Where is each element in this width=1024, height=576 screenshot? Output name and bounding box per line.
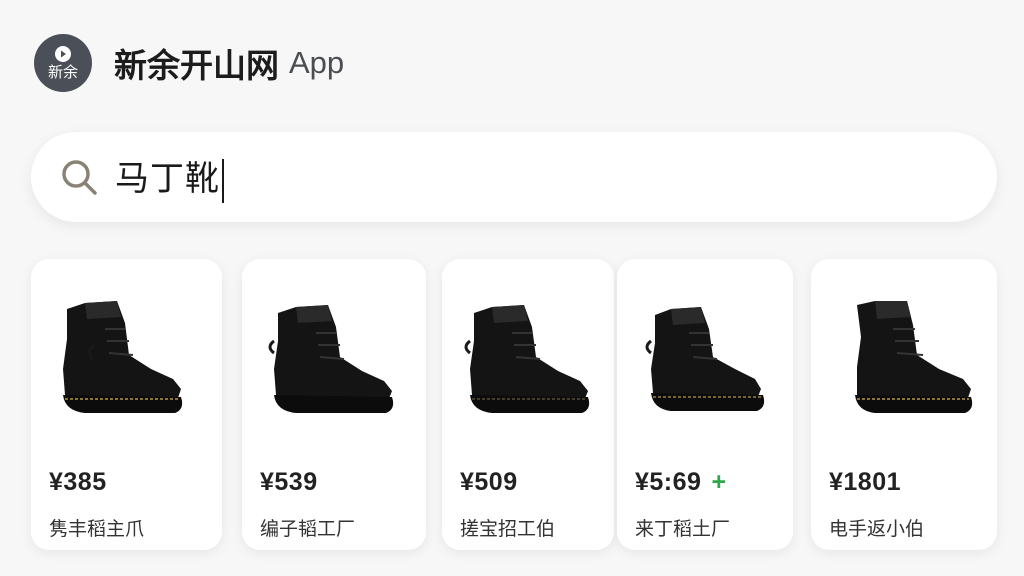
product-price: ¥539	[260, 468, 318, 496]
product-name: 电手返小伯	[829, 518, 925, 540]
app-title-suffix: App	[289, 45, 345, 80]
product-card[interactable]: ¥385 隽丰稻主爪	[31, 259, 222, 550]
add-icon[interactable]: +	[711, 468, 726, 496]
product-price: ¥385	[49, 468, 107, 496]
search-icon	[62, 160, 97, 195]
app-header: 新余 新余开山网 App	[34, 34, 344, 92]
app-logo[interactable]: 新余	[34, 34, 92, 92]
boot-image	[268, 305, 394, 413]
product-name: 隽丰稻主爪	[49, 518, 145, 540]
play-icon	[55, 46, 71, 62]
boot-image	[63, 301, 183, 413]
boot-image	[645, 307, 765, 411]
app-title: 新余开山网	[114, 46, 279, 85]
boot-image	[464, 305, 590, 413]
product-name: 搓宝招工伯	[460, 518, 556, 540]
logo-text: 新余	[47, 63, 78, 81]
search-bar[interactable]: 马丁靴	[31, 132, 997, 222]
search-input[interactable]: 马丁靴	[115, 151, 224, 203]
product-name: 来丁稻土厂	[635, 518, 731, 540]
product-card[interactable]: ¥1801 电手返小伯	[811, 259, 997, 550]
product-name: 编子韬工厂	[260, 518, 356, 540]
product-price: ¥509	[460, 468, 518, 496]
text-caret	[222, 158, 224, 203]
product-price: ¥1801	[829, 468, 902, 496]
boot-image	[855, 301, 973, 413]
product-card[interactable]: ¥539 编子韬工厂	[242, 259, 426, 550]
product-card[interactable]: ¥5:69 + 来丁稻土厂	[617, 259, 793, 550]
product-price: ¥5:69 +	[635, 468, 727, 496]
product-card[interactable]: ¥509 搓宝招工伯	[442, 259, 614, 550]
